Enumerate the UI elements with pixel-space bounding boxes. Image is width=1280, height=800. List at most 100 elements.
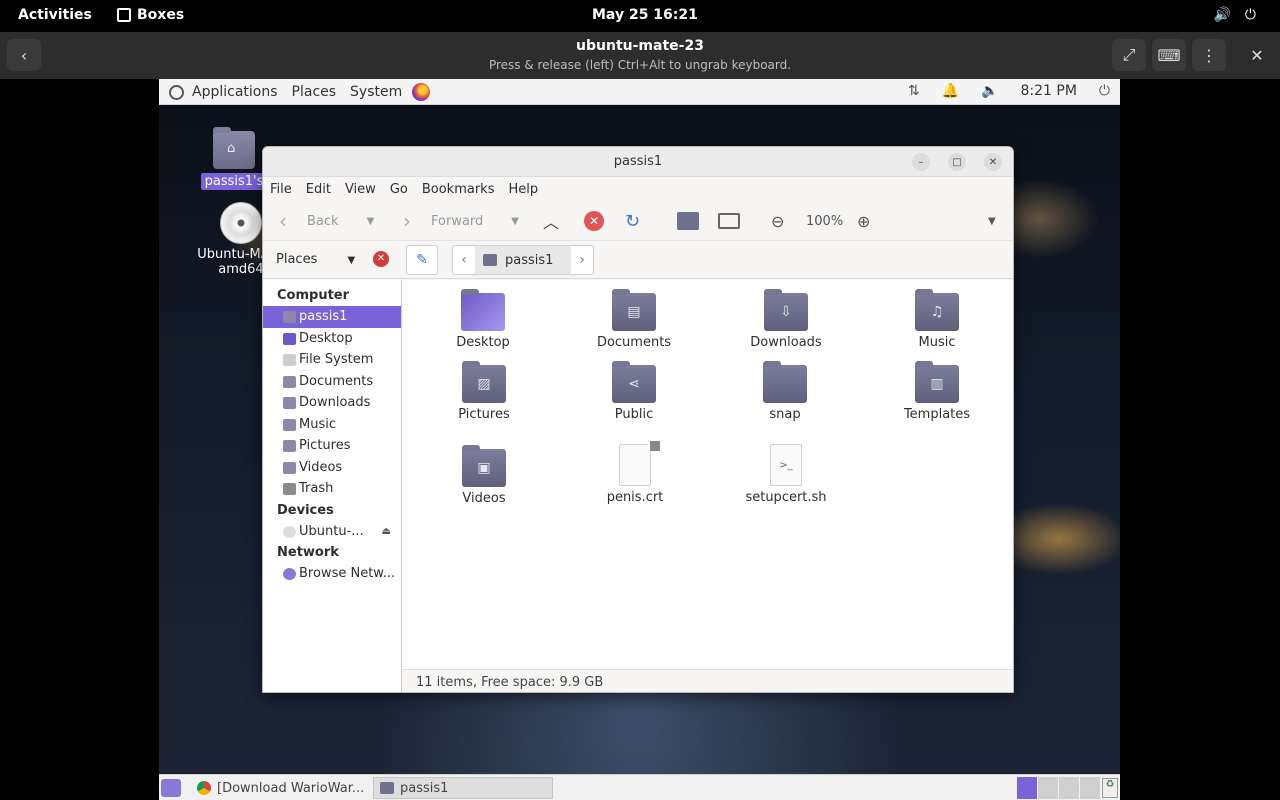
boxes-app-menu[interactable]: Boxes (117, 7, 184, 23)
file-item-videos[interactable]: ▣ Videos (424, 445, 544, 506)
volume-icon: 🔊 (1213, 7, 1231, 23)
file-item-penis-crt[interactable]: penis.crt (575, 439, 695, 505)
file-item-public[interactable]: ⋖ Public (574, 361, 694, 422)
sidebar-item-downloads[interactable]: Downloads (263, 392, 401, 414)
eject-icon[interactable]: ⏏ (382, 521, 391, 543)
network-icon[interactable]: ⇅ (908, 83, 920, 99)
gnome-top-bar: Activities Boxes May 25 16:21 🔊 ⏻ (0, 0, 1280, 32)
workspace-3[interactable] (1059, 777, 1079, 799)
file-item-snap[interactable]: snap (725, 361, 845, 422)
menu-system[interactable]: System (350, 84, 402, 100)
path-segment-home[interactable]: passis1 (475, 246, 571, 274)
menu-button[interactable]: ⋮ (1192, 39, 1226, 71)
documents-folder-icon: ▤ (612, 289, 656, 331)
file-label: Desktop (456, 335, 510, 350)
task-download-wario[interactable]: [Download WarioWar... (191, 777, 371, 799)
folder-icon (283, 440, 296, 452)
fullscreen-button[interactable]: ⤢ (1112, 39, 1146, 71)
workspace-2[interactable] (1038, 777, 1058, 799)
maximize-button[interactable]: □ (948, 153, 966, 171)
stop-button[interactable]: ✕ (584, 201, 604, 241)
menu-view[interactable]: View (345, 182, 376, 197)
sidebar-heading-computer: Computer (277, 288, 350, 303)
sidebar-item-browse-network[interactable]: Browse Netw... (263, 563, 401, 585)
back-nav-button[interactable]: ‹ Back ▼ (279, 201, 374, 241)
vm-screen[interactable]: Applications Places System ⇅ 🔔 🔈 8:21 PM… (159, 79, 1120, 800)
zoom-out-button[interactable]: ⊖ (771, 201, 784, 241)
chevron-left-icon[interactable]: ‹ (453, 252, 475, 268)
music-folder-icon: ♫ (915, 289, 959, 331)
close-sidebar-button[interactable]: ✕ (373, 251, 389, 267)
close-window-button[interactable]: ✕ (984, 153, 1002, 171)
menu-file[interactable]: File (270, 182, 292, 197)
power-icon[interactable]: ⏻ (1099, 83, 1110, 99)
optical-disc-icon (283, 525, 296, 538)
more-vertical-icon: ⋮ (1201, 45, 1217, 65)
trash-applet-icon[interactable]: ♻ (1102, 778, 1118, 798)
sidebar-item-file-system[interactable]: File System (263, 349, 401, 371)
file-manager-window: passis1 – □ ✕ File Edit View Go Bookmark… (262, 146, 1014, 693)
notification-icon[interactable]: 🔔 (942, 83, 959, 99)
places-label: Places (276, 252, 318, 267)
reload-button[interactable]: ↻ (625, 201, 640, 241)
sidebar-item-music[interactable]: Music (263, 414, 401, 436)
file-item-desktop[interactable]: Desktop (423, 289, 543, 350)
sidebar-item-ubuntu-disc[interactable]: Ubuntu-... ⏏ (263, 521, 401, 543)
sidebar-item-pictures[interactable]: Pictures (263, 435, 401, 457)
vm-subtitle: Press & release (left) Ctrl+Alt to ungra… (488, 58, 792, 72)
file-label: Pictures (458, 407, 510, 422)
keyboard-button[interactable]: ⌨ (1152, 39, 1186, 71)
menu-places[interactable]: Places (292, 84, 337, 100)
minimize-icon: – (918, 156, 924, 168)
places-sidebar: Computer passis1 Desktop File System Doc… (263, 280, 402, 692)
computer-button[interactable] (718, 201, 740, 241)
zoom-in-button[interactable]: ⊕ (857, 201, 870, 241)
workspace-switcher (1017, 777, 1100, 799)
menu-applications[interactable]: Applications (192, 84, 278, 100)
toolbar-overflow-button[interactable]: ▼ (988, 201, 996, 241)
videos-folder-icon: ▣ (462, 445, 506, 487)
close-button[interactable]: ✕ (1240, 39, 1274, 71)
sidebar-item-trash[interactable]: Trash (263, 478, 401, 500)
sidebar-item-desktop[interactable]: Desktop (263, 328, 401, 350)
gnome-system-tray[interactable]: 🔊 ⏻ (1213, 7, 1256, 23)
task-passis1[interactable]: passis1 (373, 777, 553, 799)
firefox-icon[interactable] (412, 83, 431, 101)
sidebar-item-passis1[interactable]: passis1 (263, 306, 401, 328)
vm-title: ubuntu-mate-23 (576, 38, 704, 54)
up-button[interactable]: ︿ (543, 201, 559, 241)
home-button[interactable] (677, 201, 699, 241)
mate-top-panel: Applications Places System ⇅ 🔔 🔈 8:21 PM… (159, 79, 1120, 105)
menu-go[interactable]: Go (390, 182, 408, 197)
forward-nav-button[interactable]: › Forward ▼ (403, 201, 519, 241)
path-segment-label: passis1 (505, 252, 554, 268)
activities-button[interactable]: Activities (18, 7, 92, 23)
file-item-templates[interactable]: ▥ Templates (877, 361, 997, 422)
file-item-documents[interactable]: ▤ Documents (574, 289, 694, 350)
home-folder-icon (380, 782, 394, 794)
zoom-level[interactable]: 100% (806, 201, 843, 241)
power-icon: ⏻ (1244, 7, 1256, 23)
menu-edit[interactable]: Edit (306, 182, 331, 197)
places-selector[interactable]: Places ▼ (276, 252, 355, 267)
workspace-4[interactable] (1080, 777, 1100, 799)
chevron-right-icon[interactable]: › (571, 252, 593, 268)
templates-folder-icon: ▥ (915, 361, 959, 403)
show-desktop-button[interactable] (161, 779, 181, 797)
menu-bookmarks[interactable]: Bookmarks (422, 182, 495, 197)
sidebar-heading-network: Network (277, 545, 339, 560)
mate-clock[interactable]: 8:21 PM (1021, 83, 1077, 99)
workspace-1[interactable] (1017, 777, 1037, 799)
gnome-clock[interactable]: May 25 16:21 (592, 7, 698, 23)
window-titlebar[interactable]: passis1 – □ ✕ (263, 147, 1013, 177)
file-item-downloads[interactable]: ⇩ Downloads (726, 289, 846, 350)
edit-path-button[interactable]: ✎ (406, 245, 438, 275)
file-item-setupcert-sh[interactable]: >_ setupcert.sh (726, 444, 846, 505)
sidebar-item-videos[interactable]: Videos (263, 457, 401, 479)
file-item-music[interactable]: ♫ Music (877, 289, 997, 350)
minimize-button[interactable]: – (912, 153, 930, 171)
file-item-pictures[interactable]: ▨ Pictures (424, 361, 544, 422)
volume-icon[interactable]: 🔈 (981, 83, 998, 99)
menu-help[interactable]: Help (508, 182, 538, 197)
sidebar-item-documents[interactable]: Documents (263, 371, 401, 393)
